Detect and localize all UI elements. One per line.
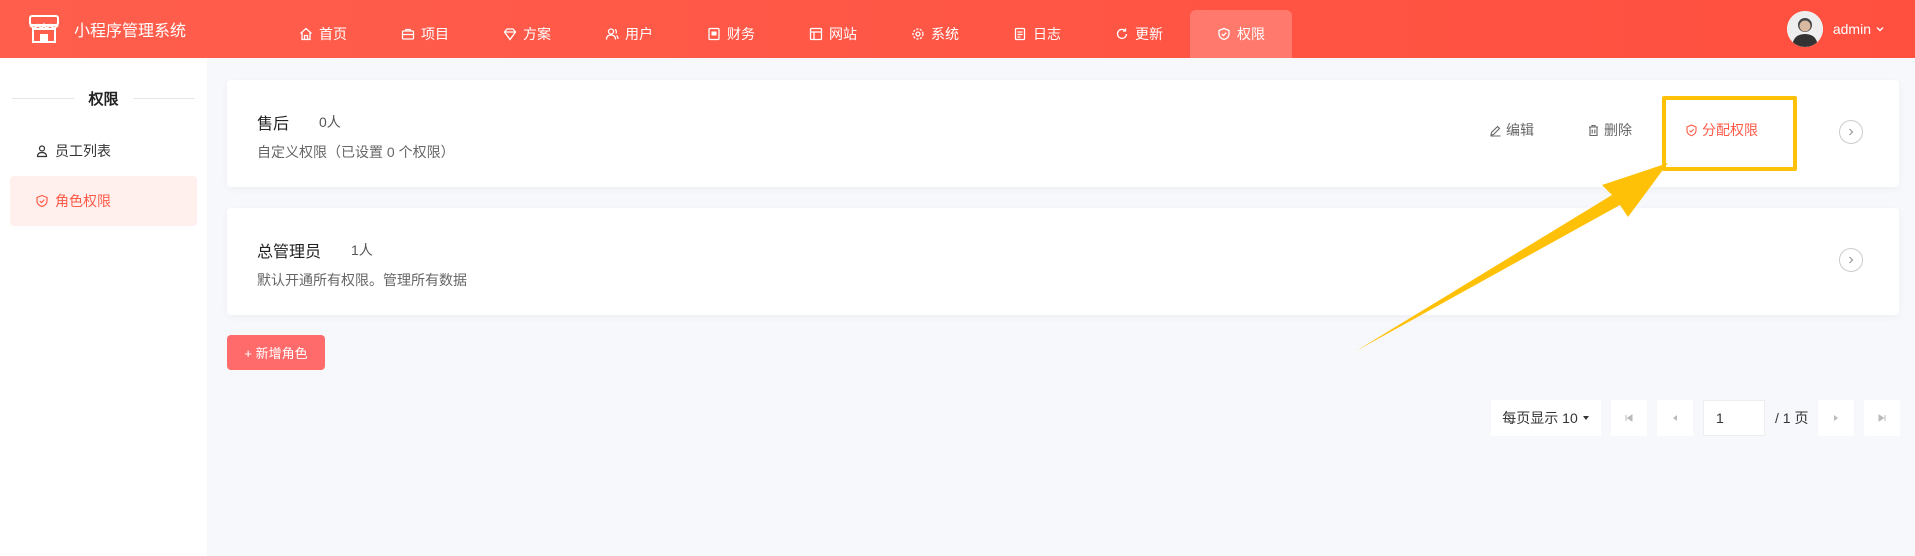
user-name: admin <box>1832 21 1871 37</box>
role-description: 自定义权限（已设置 0 个权限） <box>257 144 455 160</box>
top-navbar: 小程序管理系统 首页 项目 方案 用户 财务 网站 系统 日志 更新 权限 ad… <box>0 0 1915 58</box>
nav-item-plans[interactable]: 方案 <box>476 10 578 58</box>
finance-icon <box>707 27 721 41</box>
sidebar-title: 权限 <box>0 88 207 109</box>
diamond-icon <box>503 27 517 41</box>
nav-item-users[interactable]: 用户 <box>578 10 680 58</box>
app-title: 小程序管理系统 <box>74 23 187 40</box>
role-member-count: 0人 <box>319 114 341 130</box>
role-description: 默认开通所有权限。管理所有数据 <box>257 272 467 288</box>
nav-item-permissions[interactable]: 权限 <box>1190 10 1292 58</box>
layout-icon <box>809 27 823 41</box>
nav-item-website[interactable]: 网站 <box>782 10 884 58</box>
pagination: 每页显示 10 / 1 页 <box>1491 400 1901 436</box>
person-icon <box>35 144 49 158</box>
page-total: / 1 页 <box>1775 410 1809 426</box>
expand-role-button[interactable] <box>1839 120 1863 144</box>
nav-item-system[interactable]: 系统 <box>884 10 986 58</box>
annotation-arrow-icon <box>1356 163 1668 351</box>
page-number-input[interactable] <box>1703 400 1765 436</box>
edit-button[interactable]: 编辑 <box>1489 120 1534 140</box>
role-name: 总管理员 <box>257 244 322 261</box>
first-page-button[interactable] <box>1611 400 1647 436</box>
pencil-icon <box>1489 124 1502 137</box>
nav-item-finance[interactable]: 财务 <box>680 10 782 58</box>
user-menu[interactable]: admin <box>1786 0 1885 58</box>
main-nav: 首页 项目 方案 用户 财务 网站 系统 日志 更新 权限 <box>272 10 1292 58</box>
per-page-select[interactable]: 每页显示 10 <box>1491 400 1601 436</box>
sidebar-item-staff-list[interactable]: 员工列表 <box>10 126 197 176</box>
refresh-icon <box>1115 27 1129 41</box>
last-page-button[interactable] <box>1864 400 1901 436</box>
chevron-right-icon <box>1846 127 1856 137</box>
next-page-button[interactable] <box>1818 400 1855 436</box>
first-page-icon <box>1624 413 1634 423</box>
expand-role-button[interactable] <box>1839 248 1863 272</box>
add-role-button[interactable]: + 新增角色 <box>227 335 325 370</box>
avatar <box>1786 11 1823 47</box>
shield-icon <box>1217 27 1231 41</box>
briefcase-icon <box>401 27 415 41</box>
store-logo-icon <box>28 14 60 44</box>
delete-button[interactable]: 删除 <box>1587 120 1632 140</box>
sidebar-item-role-permissions[interactable]: 角色权限 <box>10 176 197 226</box>
chevron-right-icon <box>1846 255 1856 265</box>
caret-down-icon <box>1582 414 1590 422</box>
prev-page-button[interactable] <box>1657 400 1693 436</box>
users-icon <box>605 27 619 41</box>
nav-item-home[interactable]: 首页 <box>272 10 374 58</box>
nav-item-projects[interactable]: 项目 <box>374 10 476 58</box>
brand[interactable]: 小程序管理系统 <box>28 0 186 58</box>
role-member-count: 1人 <box>351 242 373 258</box>
prev-page-icon <box>1670 413 1680 423</box>
shield-icon <box>35 194 49 208</box>
highlight-box <box>1662 96 1797 171</box>
next-page-icon <box>1831 413 1841 423</box>
last-page-icon <box>1877 413 1887 423</box>
gear-icon <box>911 27 925 41</box>
home-icon <box>299 27 313 41</box>
role-name: 售后 <box>257 116 290 133</box>
nav-item-updates[interactable]: 更新 <box>1088 10 1190 58</box>
document-icon <box>1013 27 1027 41</box>
chevron-down-icon <box>1875 24 1885 34</box>
trash-icon <box>1587 124 1600 137</box>
nav-item-logs[interactable]: 日志 <box>986 10 1088 58</box>
sidebar: 权限 员工列表 角色权限 <box>0 58 207 556</box>
